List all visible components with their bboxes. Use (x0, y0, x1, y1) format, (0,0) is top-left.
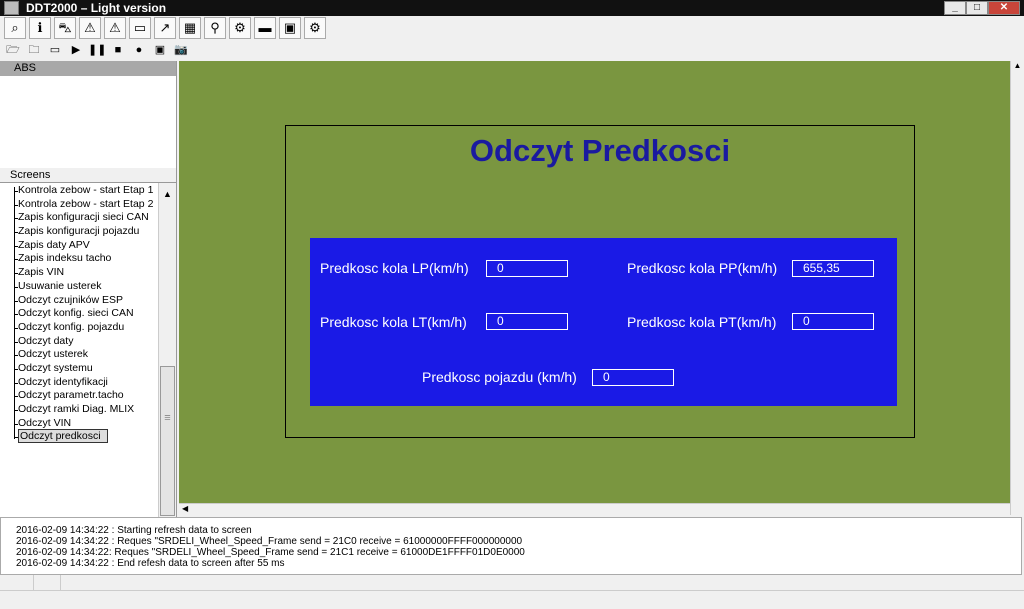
main-toolbar: ⌕ ℹ ⛍ ⚠ ⚠ ▭ ↗ ▦ ⚲ ⚙ ▬ ▣ ⚙ (0, 16, 1024, 40)
maximize-button[interactable]: □ (966, 1, 988, 15)
screen-item[interactable]: Zapis indeksu tacho (0, 252, 158, 266)
screen-item[interactable]: Zapis konfiguracji pojazdu (0, 225, 158, 239)
left-panel: ABS Screens Kontrola zebow - start Etap … (0, 61, 177, 517)
scroll-thumb[interactable]: ≡ (160, 366, 175, 516)
pause-icon[interactable]: ❚❚ (88, 42, 106, 58)
scroll-up-icon[interactable]: ▲ (159, 189, 176, 199)
pt-value-field: 0 (792, 313, 874, 330)
user-folder-icon[interactable]: 🗀 (25, 42, 43, 58)
close-button[interactable]: ✕ (988, 1, 1020, 15)
screen-item[interactable]: Odczyt konfig. pojazdu (0, 321, 158, 335)
lt-value-field: 0 (486, 313, 568, 330)
scroll-up-icon[interactable]: ▲ (1011, 61, 1024, 70)
screen-item[interactable]: Zapis daty APV (0, 239, 158, 253)
pp-value-field: 655,35 (792, 260, 874, 277)
screens-header: Screens (0, 168, 176, 183)
car-scan-icon[interactable]: ⛍ (54, 17, 76, 39)
minimize-button[interactable]: _ (944, 1, 966, 15)
main-vertical-scrollbar[interactable]: ▲ (1010, 61, 1024, 515)
monitor-icon[interactable]: ▭ (129, 17, 151, 39)
log-line: 2016-02-09 14:34:22 : Starting refresh d… (16, 525, 252, 536)
open-folder-icon[interactable]: 🗁 (4, 42, 22, 58)
main-horizontal-scrollbar[interactable]: ◀ (179, 503, 1010, 515)
vehicle-speed-label: Predkosc pojazdu (km/h) (422, 369, 577, 385)
title-bar: DDT2000 – Light version _ □ ✕ (0, 0, 1024, 16)
chip-icon[interactable]: ▬ (254, 17, 276, 39)
screen-item[interactable]: Odczyt konfig. sieci CAN (0, 307, 158, 321)
binoculars-icon[interactable]: ⌕ (4, 17, 26, 39)
screen-item[interactable]: Odczyt systemu (0, 362, 158, 376)
speed-panel: Predkosc kola LP(km/h) 0 Predkosc kola P… (310, 238, 897, 406)
folder-window-icon[interactable]: ▭ (46, 42, 64, 58)
screen-item[interactable]: Kontrola zebow - start Etap 1 (0, 184, 158, 198)
secondary-toolbar: 🗁 🗀 ▭ ▶ ❚❚ ■ ● ▣ 📷 (0, 40, 1024, 60)
info-icon[interactable]: ℹ (29, 17, 51, 39)
status-bar (0, 575, 1024, 591)
ecu-header: ABS (0, 61, 176, 76)
screen-item-selected[interactable]: Odczyt predkosci (0, 429, 158, 444)
screen-config-icon[interactable]: ▦ (179, 17, 201, 39)
screen-item[interactable]: Odczyt parametr.tacho (0, 389, 158, 403)
pp-label: Predkosc kola PP(km/h) (627, 260, 778, 276)
warning-icon[interactable]: ⚠ (79, 17, 101, 39)
screen-item[interactable]: Odczyt daty (0, 335, 158, 349)
log-line: 2016-02-09 14:34:22: Reques "SRDELI_Whee… (16, 547, 525, 558)
window-title: DDT2000 – Light version (26, 1, 167, 15)
log-panel: 2016-02-09 14:34:22 : Starting refresh d… (0, 517, 1022, 575)
log-line: 2016-02-09 14:34:22 : Reques "SRDELI_Whe… (16, 536, 523, 547)
screen-item[interactable]: Kontrola zebow - start Etap 2 (0, 198, 158, 212)
stop-icon[interactable]: ■ (109, 42, 127, 58)
play-icon[interactable]: ▶ (67, 42, 85, 58)
can-warning-icon[interactable]: ⚠ (104, 17, 126, 39)
record-icon[interactable]: ● (130, 42, 148, 58)
log-line: 2016-02-09 14:34:22 : End refesh data to… (16, 558, 285, 569)
screen-item[interactable]: Zapis konfiguracji sieci CAN (0, 211, 158, 225)
screen-item[interactable]: Odczyt czujników ESP (0, 294, 158, 308)
probe-icon[interactable]: ⚲ (204, 17, 226, 39)
save-icon[interactable]: ▣ (151, 42, 169, 58)
screen-canvas: Odczyt Predkosci Predkosc kola LP(km/h) … (179, 61, 1010, 503)
vehicle-speed-field: 0 (592, 369, 674, 386)
screen-item[interactable]: Odczyt ramki Diag. MLIX (0, 403, 158, 417)
screen-item[interactable]: Zapis VIN (0, 266, 158, 280)
ecu-tree[interactable] (0, 76, 176, 168)
screen-item[interactable]: Usuwanie usterek (0, 280, 158, 294)
engine-icon[interactable]: ⚙ (229, 17, 251, 39)
camera-icon[interactable]: 📷 (172, 42, 190, 58)
screen-title: Odczyt Predkosci (469, 133, 731, 168)
lt-label: Predkosc kola LT(km/h) (320, 314, 467, 330)
screen-item[interactable]: Odczyt identyfikacji (0, 376, 158, 390)
chart-icon[interactable]: ↗ (154, 17, 176, 39)
lp-value-field: 0 (486, 260, 568, 277)
screen-item[interactable]: Odczyt usterek (0, 348, 158, 362)
screen-item[interactable]: Odczyt VIN (0, 417, 158, 431)
gears-icon[interactable]: ⚙ (304, 17, 326, 39)
window-icon[interactable]: ▣ (279, 17, 301, 39)
screens-list: Kontrola zebow - start Etap 1 Kontrola ze… (0, 183, 158, 517)
pt-label: Predkosc kola PT(km/h) (627, 314, 777, 330)
screens-scrollbar[interactable]: ▲ ≡ (158, 183, 176, 517)
scroll-left-icon[interactable]: ◀ (182, 504, 188, 513)
lp-label: Predkosc kola LP(km/h) (320, 260, 469, 276)
app-logo-icon (4, 1, 19, 15)
